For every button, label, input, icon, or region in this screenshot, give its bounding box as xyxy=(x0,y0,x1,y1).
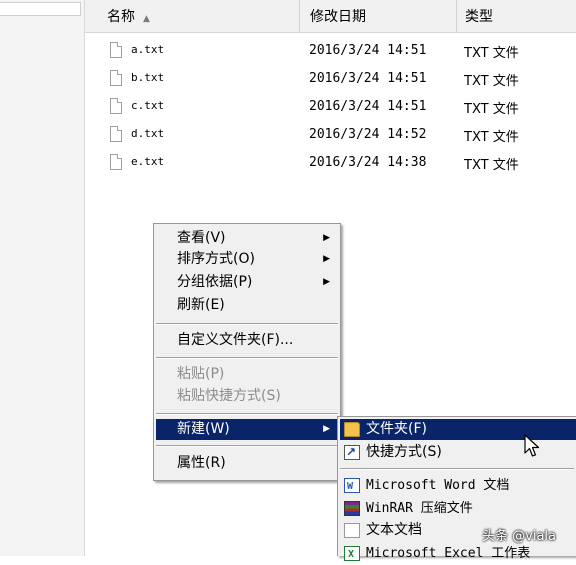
file-row[interactable]: a.txt 2016/3/24 14:51 TXT 文件 xyxy=(85,38,576,66)
nav-selected-item[interactable] xyxy=(0,2,81,16)
submenu-arrow-icon: ▶ xyxy=(323,233,330,243)
text-file-icon xyxy=(110,42,122,58)
sort-ascending-icon: ▲ xyxy=(143,14,150,24)
file-name: d.txt xyxy=(131,127,165,140)
column-header-name[interactable]: 名称 ▲ xyxy=(85,0,300,32)
excel-spreadsheet-icon xyxy=(344,544,360,565)
file-type: TXT 文件 xyxy=(464,46,519,61)
submenu-item-winrar[interactable]: WinRAR 压缩文件 xyxy=(340,498,576,519)
mouse-pointer-icon xyxy=(524,434,540,457)
file-date: 2016/3/24 14:51 xyxy=(309,99,427,114)
menu-item-properties[interactable]: 属性(R) xyxy=(156,453,338,474)
file-type: TXT 文件 xyxy=(464,158,519,173)
menu-item-refresh[interactable]: 刷新(E) xyxy=(156,295,338,316)
menu-item-properties-label: 属性(R) xyxy=(177,455,226,471)
text-file-icon xyxy=(110,126,122,142)
submenu-arrow-icon: ▶ xyxy=(323,277,330,287)
file-row[interactable]: d.txt 2016/3/24 14:52 TXT 文件 xyxy=(85,122,576,150)
column-header-type[interactable]: 类型 xyxy=(457,0,576,32)
file-name: e.txt xyxy=(131,155,165,168)
watermark: 头条 @viala xyxy=(482,529,556,544)
menu-item-paste-shortcut[interactable]: 粘贴快捷方式(S) xyxy=(156,386,338,407)
column-header-name-label: 名称 xyxy=(107,9,135,25)
submenu-arrow-icon: ▶ xyxy=(323,254,330,264)
menu-separator xyxy=(156,445,338,447)
shortcut-icon xyxy=(344,442,360,463)
folder-icon xyxy=(344,422,360,437)
column-header-bar: 名称 ▲ 修改日期 类型 xyxy=(85,0,576,33)
menu-item-sort[interactable]: 排序方式(O) ▶ xyxy=(156,249,338,270)
menu-item-sort-label: 排序方式(O) xyxy=(177,251,255,267)
menu-item-paste[interactable]: 粘贴(P) xyxy=(156,364,338,385)
submenu-item-word-label: Microsoft Word 文档 xyxy=(366,478,510,493)
submenu-arrow-icon: ▶ xyxy=(323,424,330,434)
column-header-type-label: 类型 xyxy=(465,9,493,25)
submenu-item-winrar-label: WinRAR 压缩文件 xyxy=(366,501,473,516)
menu-separator xyxy=(156,323,338,325)
submenu-item-word[interactable]: Microsoft Word 文档 xyxy=(340,475,576,497)
menu-item-paste-shortcut-label: 粘贴快捷方式(S) xyxy=(177,388,281,404)
text-file-icon xyxy=(110,70,122,86)
text-file-icon xyxy=(110,154,122,170)
submenu-item-excel[interactable]: Microsoft Excel 工作表 xyxy=(340,543,576,565)
menu-item-refresh-label: 刷新(E) xyxy=(177,297,225,313)
menu-item-view-label: 查看(V) xyxy=(177,230,226,246)
menu-item-paste-label: 粘贴(P) xyxy=(177,366,225,382)
column-header-date-label: 修改日期 xyxy=(310,9,366,25)
file-row[interactable]: e.txt 2016/3/24 14:38 TXT 文件 xyxy=(85,150,576,178)
menu-item-customize-label: 自定义文件夹(F)... xyxy=(177,332,294,348)
file-date: 2016/3/24 14:51 xyxy=(309,43,427,58)
menu-item-new[interactable]: 新建(W) ▶ xyxy=(156,419,338,440)
file-row[interactable]: b.txt 2016/3/24 14:51 TXT 文件 xyxy=(85,66,576,94)
menu-item-customize-folder[interactable]: 自定义文件夹(F)... xyxy=(156,330,338,351)
menu-separator xyxy=(156,357,338,359)
file-type: TXT 文件 xyxy=(464,102,519,117)
text-document-icon xyxy=(344,523,360,538)
file-name: b.txt xyxy=(131,71,165,84)
menu-item-group[interactable]: 分组依据(P) ▶ xyxy=(156,272,338,293)
file-date: 2016/3/24 14:38 xyxy=(309,155,427,170)
text-file-icon xyxy=(110,98,122,114)
submenu-item-folder-label: 文件夹(F) xyxy=(366,421,427,437)
menu-item-new-label: 新建(W) xyxy=(177,421,230,437)
menu-item-group-label: 分组依据(P) xyxy=(177,274,253,290)
column-header-date[interactable]: 修改日期 xyxy=(300,0,457,32)
file-type: TXT 文件 xyxy=(464,74,519,89)
file-name: a.txt xyxy=(131,43,165,56)
submenu-item-text-label: 文本文档 xyxy=(366,522,422,538)
file-list: a.txt 2016/3/24 14:51 TXT 文件 b.txt 2016/… xyxy=(85,38,576,178)
menu-separator xyxy=(340,468,574,470)
context-menu: 查看(V) ▶ 排序方式(O) ▶ 分组依据(P) ▶ 刷新(E) 自定义文件夹… xyxy=(153,223,341,481)
file-type: TXT 文件 xyxy=(464,130,519,145)
file-row[interactable]: c.txt 2016/3/24 14:51 TXT 文件 xyxy=(85,94,576,122)
word-document-icon xyxy=(344,476,360,497)
file-date: 2016/3/24 14:51 xyxy=(309,71,427,86)
submenu-item-shortcut-label: 快捷方式(S) xyxy=(366,444,442,460)
winrar-archive-icon xyxy=(344,501,360,516)
menu-separator xyxy=(156,413,338,415)
navigation-pane[interactable] xyxy=(0,0,85,556)
file-name: c.txt xyxy=(131,99,165,112)
file-date: 2016/3/24 14:52 xyxy=(309,127,427,142)
submenu-item-excel-label: Microsoft Excel 工作表 xyxy=(366,546,531,561)
menu-item-view[interactable]: 查看(V) ▶ xyxy=(156,228,338,249)
